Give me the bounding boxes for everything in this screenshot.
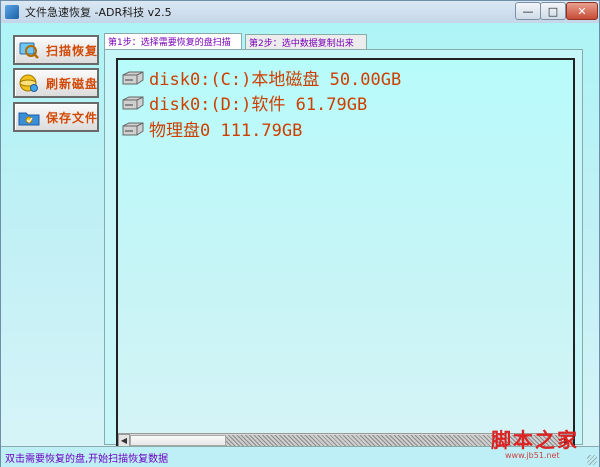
scroll-thumb[interactable]: [130, 435, 226, 446]
tab-step-1[interactable]: 第1步：选择需要恢复的盘扫描: [104, 33, 242, 49]
list-item[interactable]: 物理盘0 111.79GB: [121, 116, 303, 141]
scan-recover-label: 扫描恢复: [46, 43, 99, 58]
status-text: 双击需要恢复的盘,开始扫描恢复数据: [5, 454, 169, 465]
save-file-button[interactable]: 保存文件: [13, 102, 99, 132]
refresh-disk-button[interactable]: 刷新磁盘: [13, 68, 99, 98]
watermark: 脚本之家 www.jb51.net: [491, 424, 591, 464]
title-bar[interactable]: 文件急速恢复 -ADR科技 v2.5 — □ ✕: [1, 1, 599, 24]
watermark-main: 脚本之家: [491, 428, 579, 452]
tab-panel: disk0:(C:)本地磁盘 50.00GB disk0:(D:)软件 61.7…: [104, 49, 583, 450]
disk-listbox[interactable]: disk0:(C:)本地磁盘 50.00GB disk0:(D:)软件 61.7…: [116, 58, 575, 450]
scan-icon: [18, 40, 40, 60]
disk-item-label: 物理盘0 111.79GB: [149, 120, 303, 141]
maximize-button[interactable]: □: [540, 2, 566, 20]
save-file-label: 保存文件: [46, 110, 99, 125]
refresh-disk-label: 刷新磁盘: [46, 76, 99, 91]
hard-disk-icon: [121, 70, 145, 85]
tab-step-2[interactable]: 第2步：选中数据复制出来: [245, 34, 367, 49]
app-window: 文件急速恢复 -ADR科技 v2.5 — □ ✕ 扫描恢复 刷新磁盘 保存文件 …: [0, 0, 600, 467]
window-title: 文件急速恢复 -ADR科技 v2.5: [25, 6, 172, 19]
disk-item-label: disk0:(D:)软件 61.79GB: [149, 94, 368, 115]
hard-disk-icon: [121, 95, 145, 110]
scan-recover-button[interactable]: 扫描恢复: [13, 35, 99, 65]
client-area: 扫描恢复 刷新磁盘 保存文件 第1步：选择需要恢复的盘扫描 第2步：选中数据复制…: [1, 23, 599, 450]
save-file-icon: [18, 107, 40, 127]
app-icon: [5, 5, 19, 19]
refresh-disk-icon: [18, 73, 40, 93]
list-item[interactable]: disk0:(C:)本地磁盘 50.00GB: [121, 65, 402, 90]
list-item[interactable]: disk0:(D:)软件 61.79GB: [121, 90, 368, 115]
close-button[interactable]: ✕: [566, 2, 598, 20]
minimize-button[interactable]: —: [515, 2, 541, 20]
hard-disk-icon: [121, 121, 145, 136]
disk-item-label: disk0:(C:)本地磁盘 50.00GB: [149, 69, 402, 90]
